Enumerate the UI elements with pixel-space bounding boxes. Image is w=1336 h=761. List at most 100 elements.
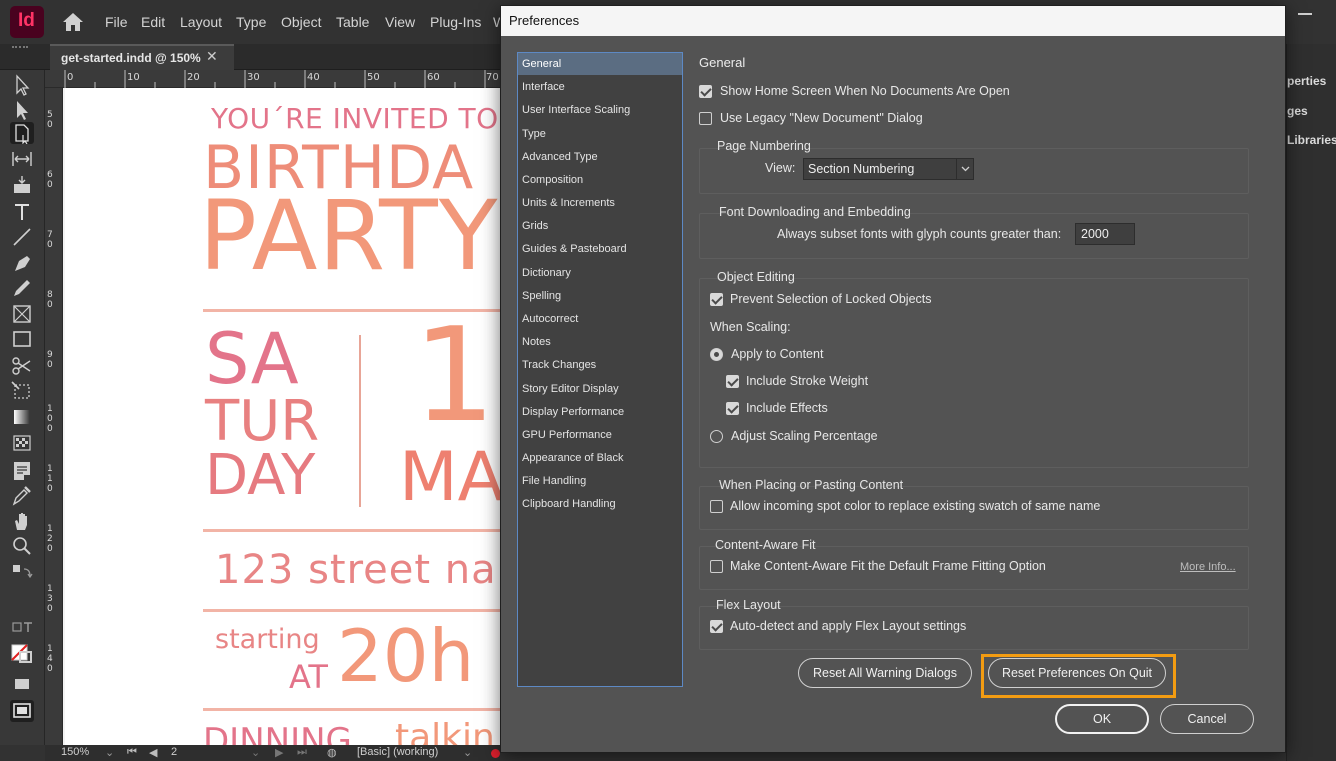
apply-to-content-radio[interactable] [710,348,723,361]
hand-tool-icon[interactable] [10,510,34,532]
content-aware-default-label: Make Content-Aware Fit the Default Frame… [730,559,1046,573]
category-units-increments[interactable]: Units & Increments [518,192,682,214]
more-info-link[interactable]: More Info... [1180,561,1236,573]
dialog-titlebar[interactable]: Preferences [501,6,1285,36]
screen-mode-icon[interactable] [10,700,34,722]
previous-page-icon[interactable]: ◀ [149,746,157,759]
ok-button[interactable]: OK [1055,704,1149,734]
tools-panel [0,70,45,745]
scissors-tool-icon[interactable] [10,355,34,377]
category-interface[interactable]: Interface [518,76,682,98]
last-page-icon[interactable]: ⏭ [297,746,307,759]
panel-pages[interactable]: ges [1287,104,1308,118]
ruler-ticks [64,70,486,88]
close-icon[interactable]: ✕ [206,49,218,65]
document-tab[interactable]: get-started.indd @ 150% ✕ [50,44,234,70]
minimize-icon[interactable] [1298,13,1312,15]
preflight-profile[interactable]: [Basic] (working) [357,746,438,758]
menu-object[interactable]: Object [281,14,321,30]
panel-properties[interactable]: perties [1287,74,1326,88]
divider-line [203,529,500,532]
prevent-locked-checkbox[interactable] [710,293,723,306]
content-collector-icon[interactable] [10,174,34,196]
menu-plug-ins[interactable]: Plug-Ins [430,14,481,30]
gradient-swatch-tool-icon[interactable] [10,406,34,428]
rectangle-frame-tool-icon[interactable] [10,303,34,325]
content-aware-default-checkbox[interactable] [710,560,723,573]
swap-fill-stroke-icon[interactable] [10,561,34,583]
pencil-tool-icon[interactable] [10,277,34,299]
zoom-tool-icon[interactable] [10,535,34,557]
menu-edit[interactable]: Edit [141,14,165,30]
category-user-interface-scaling[interactable]: User Interface Scaling [518,99,682,121]
free-transform-tool-icon[interactable] [10,380,34,402]
category-composition[interactable]: Composition [518,169,682,191]
page-numbering-view-select[interactable]: Section Numbering [803,158,974,180]
menu-type[interactable]: Type [236,14,266,30]
category-story-editor-display[interactable]: Story Editor Display [518,378,682,400]
category-appearance-of-black[interactable]: Appearance of Black [518,447,682,469]
menu-file[interactable]: File [105,14,128,30]
category-grids[interactable]: Grids [518,215,682,237]
category-notes[interactable]: Notes [518,331,682,353]
include-stroke-weight-checkbox[interactable] [726,375,739,388]
eyedropper-tool-icon[interactable] [10,484,34,506]
indesign-window: Id File Edit Layout Type Object Table Vi… [0,0,1336,761]
allow-spot-color-checkbox[interactable] [710,500,723,513]
zoom-level[interactable]: 150% [61,746,89,758]
invite-address: 123 street nam [215,547,500,593]
preflight-profile-icon[interactable]: ◍ [327,746,337,759]
gap-tool-icon[interactable] [10,148,34,170]
note-tool-icon[interactable] [10,459,34,481]
category-clipboard-handling[interactable]: Clipboard Handling [518,493,682,515]
status-bar: 150% ⌄ ⏮ ◀ 2 ⌄ ▶ ⏭ ◍ [Basic] (working) ⌄ [45,745,500,761]
next-page-icon[interactable]: ▶ [275,746,283,759]
page-numbering-title: Page Numbering [717,139,811,153]
zoom-dropdown-icon[interactable]: ⌄ [105,746,114,759]
category-advanced-type[interactable]: Advanced Type [518,146,682,168]
subset-fonts-label: Always subset fonts with glyph counts gr… [777,227,1062,241]
menu-layout[interactable]: Layout [180,14,222,30]
gradient-feather-tool-icon[interactable] [10,432,34,454]
chevron-down-icon [956,159,973,179]
reset-warning-dialogs-button[interactable]: Reset All Warning Dialogs [798,658,972,688]
first-page-icon[interactable]: ⏮ [127,746,137,759]
menu-view[interactable]: View [385,14,415,30]
category-general[interactable]: General [518,53,682,75]
adjust-scaling-radio[interactable] [710,430,723,443]
show-home-screen-checkbox[interactable] [699,85,712,98]
profile-dropdown-icon[interactable]: ⌄ [463,746,472,759]
include-effects-checkbox[interactable] [726,402,739,415]
fill-stroke-none-icon[interactable] [10,642,34,664]
glyph-count-input[interactable]: 2000 [1075,223,1135,245]
apply-color-icon[interactable] [10,673,34,695]
category-gpu-performance[interactable]: GPU Performance [518,424,682,446]
flex-layout-checkbox[interactable] [710,620,723,633]
category-dictionary[interactable]: Dictionary [518,262,682,284]
page-dropdown-icon[interactable]: ⌄ [251,746,260,759]
home-icon[interactable] [60,10,86,34]
menu-table[interactable]: Table [336,14,369,30]
direct-selection-tool-icon[interactable] [10,99,34,121]
category-type[interactable]: Type [518,123,682,145]
category-autocorrect[interactable]: Autocorrect [518,308,682,330]
cancel-button[interactable]: Cancel [1160,704,1254,734]
category-display-performance[interactable]: Display Performance [518,401,682,423]
page-number[interactable]: 2 [171,746,177,758]
selection-tool-icon[interactable] [10,74,34,96]
legacy-new-document-checkbox[interactable] [699,112,712,125]
line-tool-icon[interactable] [10,226,34,248]
page-tool-icon[interactable] [10,122,34,144]
panel-grip-icon [12,46,28,52]
type-tool-icon[interactable] [10,201,34,223]
category-file-handling[interactable]: File Handling [518,470,682,492]
pen-tool-icon[interactable] [10,252,34,274]
formatting-container-icon[interactable] [10,618,34,640]
panel-cc-libraries[interactable]: Libraries [1287,133,1336,147]
category-guides-pasteboard[interactable]: Guides & Pasteboard [518,238,682,260]
category-track-changes[interactable]: Track Changes [518,354,682,376]
reset-preferences-button[interactable]: Reset Preferences On Quit [988,658,1166,688]
document-canvas[interactable]: YOU´RE INVITED TO M BIRTHDA PARTY SA TUR… [63,88,500,745]
rectangle-tool-icon[interactable] [10,328,34,350]
category-spelling[interactable]: Spelling [518,285,682,307]
